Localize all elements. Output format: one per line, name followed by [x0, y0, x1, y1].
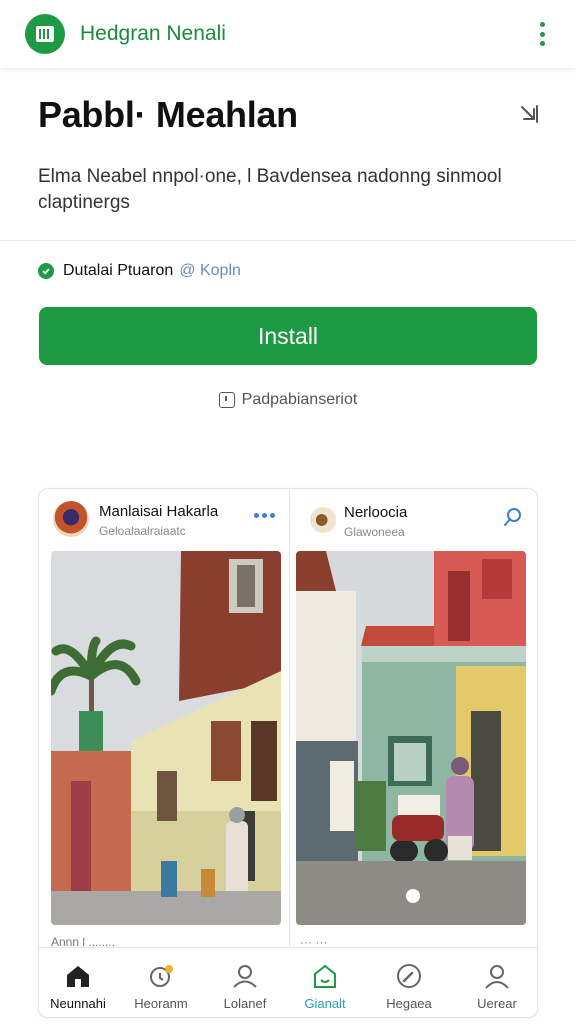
compass-icon	[397, 964, 421, 988]
post-header: Manlaisai Hakarla Geloalaalraiaatc	[53, 501, 277, 541]
developer-name: Dutalai Ptuaron	[63, 262, 174, 279]
post-author[interactable]: Manlaisai Hakarla	[99, 503, 218, 520]
post-subtitle: Geloalaalraiaatc	[99, 524, 186, 538]
bottom-nav: Neunnahi Heoranm Lolanef Gianalt Hegaea …	[39, 947, 537, 1017]
app-description: Elma Neabel nnpol·one, l Bavdensea nadon…	[38, 166, 502, 213]
nav-item-explore[interactable]: Hegaea	[367, 948, 451, 1017]
page-title: Pabbl· Meahlan	[38, 94, 298, 135]
post-photo[interactable]	[51, 551, 281, 925]
post-author[interactable]: Nerloocia	[344, 504, 407, 521]
info-box-icon	[218, 392, 235, 408]
nav-label: Heoranm	[134, 996, 188, 1011]
nav-item-account[interactable]: Uerear	[455, 948, 537, 1017]
check-circle-icon	[38, 263, 54, 279]
nav-label: Hegaea	[386, 996, 432, 1011]
notification-icon	[150, 965, 173, 987]
post-header: Nerloocia Glawoneea	[304, 501, 528, 541]
more-horizontal-icon[interactable]	[254, 513, 275, 518]
install-button[interactable]: Install	[39, 307, 537, 365]
nav-item-home[interactable]: Neunnahi	[39, 948, 120, 1017]
post-subtitle: Glawoneea	[344, 525, 405, 539]
page-indicator[interactable]	[406, 889, 420, 903]
nav-label: Gianalt	[304, 996, 346, 1011]
secondary-link-label: Padpabianseriot	[241, 391, 358, 408]
app-logo-icon[interactable]	[25, 14, 65, 54]
nav-item-shop[interactable]: Gianalt	[283, 948, 367, 1017]
arrow-out-icon[interactable]	[518, 103, 540, 125]
post-photo[interactable]	[296, 551, 526, 925]
app-bar: Hedgran Nenali	[0, 0, 576, 68]
nav-label: Uerear	[477, 996, 517, 1011]
right-post[interactable]: Nerloocia Glawoneea ··· ···	[290, 489, 537, 949]
nav-item-profile[interactable]: Lolanef	[203, 948, 287, 1017]
nav-label: Lolanef	[223, 996, 267, 1011]
secondary-link[interactable]: Padpabianseriot	[0, 391, 576, 409]
developer-link[interactable]: @ Kopln	[179, 262, 241, 280]
nav-label: Neunnahi	[50, 996, 106, 1011]
preview-card: Manlaisai Hakarla Geloalaalraiaatc Annn …	[38, 488, 538, 1018]
app-title: Hedgran Nenali	[80, 22, 226, 45]
avatar[interactable]	[53, 501, 89, 537]
nav-item-notifications[interactable]: Heoranm	[119, 948, 203, 1017]
profile-icon	[233, 965, 257, 988]
search-icon[interactable]	[502, 506, 524, 528]
developer-row: Dutalai Ptuaron @ Kopln	[38, 262, 241, 280]
shop-icon	[314, 964, 336, 988]
home-icon	[67, 966, 89, 987]
more-vertical-icon[interactable]	[538, 22, 546, 46]
left-post[interactable]: Manlaisai Hakarla Geloalaalraiaatc Annn …	[39, 489, 287, 949]
divider	[0, 240, 576, 241]
user-icon	[485, 965, 509, 989]
avatar[interactable]	[310, 507, 336, 533]
